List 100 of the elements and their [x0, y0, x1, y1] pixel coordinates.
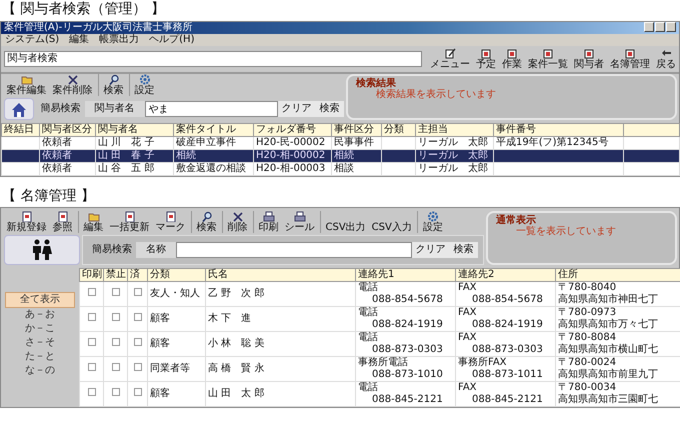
toolbar-button[interactable]: CSV出力 [322, 222, 369, 232]
nav-button[interactable]: 関与者 [571, 48, 607, 70]
toolbar-button[interactable]: 一括更新 [106, 210, 152, 232]
selected-row[interactable]: 依頼者 山 田 春 子 相続 H20-相-00002 相続 リーガル 太郎 [2, 149, 680, 162]
column-header[interactable]: 分類 [148, 268, 206, 281]
printer-icon [294, 210, 306, 222]
checkbox[interactable] [112, 362, 120, 370]
toolbar-button[interactable]: 参照 [50, 210, 76, 232]
table-cell: 電話 [358, 306, 378, 318]
column-header[interactable]: 関与者名 [96, 123, 174, 136]
toolbar-button[interactable]: 検索 [194, 210, 220, 232]
column-header[interactable]: 関与者区分 [40, 123, 96, 136]
pencil-icon [444, 48, 456, 58]
column-header[interactable]: 事件区分 [332, 123, 382, 136]
maximize-button[interactable] [655, 22, 665, 32]
table-cell: 相談 [334, 162, 354, 174]
checkbox[interactable] [134, 338, 142, 346]
toolbar-button[interactable]: 新規登録 [4, 210, 50, 232]
menu-item[interactable]: 帳票出力 [99, 34, 140, 46]
panel-title: 通常表示 [496, 214, 537, 226]
index-tab[interactable]: た－と [1, 350, 79, 364]
table-cell: FAX [458, 382, 477, 392]
table-cell: 友人・知人 [150, 288, 200, 298]
table-cell: 山 田 春 子 [98, 150, 154, 160]
index-tab[interactable]: か－こ [1, 322, 79, 336]
table-cell: 民事事件 [334, 136, 374, 148]
column-header[interactable]: 禁止 [104, 268, 128, 281]
nav-button[interactable]: 名簿管理 [607, 48, 653, 70]
toolbar-button[interactable]: マーク [152, 210, 188, 232]
column-header[interactable]: 主担当 [416, 123, 494, 136]
checkbox[interactable] [88, 288, 96, 296]
toolbar-button[interactable]: CSV入力 [368, 222, 415, 232]
column-header[interactable]: 終結日 [2, 123, 40, 136]
nav-button[interactable]: 作業 [499, 48, 525, 70]
column-header[interactable]: 連絡先2 [456, 268, 556, 281]
toolbar-button[interactable]: 案件編集 [4, 74, 50, 96]
table-cell: 依頼者 [42, 150, 72, 160]
minimize-button[interactable] [644, 22, 654, 32]
toolbar-button[interactable]: 設定 [132, 74, 158, 96]
checkbox[interactable] [134, 388, 142, 396]
toolbar-button[interactable]: 編集 [80, 210, 106, 232]
column-header[interactable]: 氏名 [206, 268, 356, 281]
table-cell: 破産申立事件 [176, 136, 236, 148]
menu-item[interactable]: システム(S) [5, 34, 60, 46]
status-message: 検索結果を表示しています [375, 89, 497, 100]
nav-button[interactable]: 戻る [653, 48, 679, 70]
column-header[interactable]: 連絡先1 [356, 268, 456, 281]
table-cell: 敷金返還の相談 [176, 162, 246, 174]
table-cell: 高知県高知市三園町七 [558, 394, 658, 404]
table-cell: 事務所FAX [458, 356, 507, 368]
column-header[interactable]: フォルダ番号 [254, 123, 332, 136]
table-cell: 〒780-8040 [558, 282, 616, 292]
checkbox[interactable] [134, 288, 142, 296]
column-header[interactable]: 済 [128, 268, 148, 281]
checkbox[interactable] [112, 338, 120, 346]
checkbox[interactable] [112, 288, 120, 296]
checkbox[interactable] [134, 312, 142, 320]
index-tab[interactable]: あ－お [1, 308, 79, 322]
checkbox[interactable] [88, 362, 96, 370]
section-heading: 【 関与者検索（管理） 】 [1, 0, 166, 18]
table-cell: 山 川 花 子 [98, 136, 154, 148]
index-tab[interactable]: 全て表示 [5, 292, 75, 308]
index-tab[interactable]: さ－そ [1, 336, 79, 350]
document-icon [56, 210, 68, 222]
close-button[interactable] [666, 22, 676, 32]
checkbox[interactable] [134, 362, 142, 370]
nav-button[interactable]: 予定 [473, 48, 499, 70]
column-header[interactable]: 事件番号 [494, 123, 624, 136]
toolbar-button[interactable]: 案件削除 [50, 74, 96, 96]
index-tab[interactable]: な－の [1, 364, 79, 378]
search-field[interactable]: やま [144, 101, 278, 117]
toolbar-button[interactable]: 検索 [100, 74, 126, 96]
section-heading: 【 名簿管理 】 [1, 186, 96, 204]
box-icon [624, 48, 636, 58]
menu-item[interactable]: ヘルプ(H) [149, 34, 194, 46]
table-cell: 高 橋 賢 永 [208, 362, 264, 374]
column-header[interactable]: 印刷 [80, 268, 104, 281]
nav-button[interactable]: 案件一覧 [525, 48, 571, 70]
table-cell: 088-854-5678 [472, 294, 543, 304]
checkbox[interactable] [112, 312, 120, 320]
checkbox[interactable] [88, 338, 96, 346]
column-header[interactable]: 分類 [382, 123, 416, 136]
toolbar-button[interactable]: 削除 [224, 210, 250, 232]
nav-button[interactable]: メニュー [427, 48, 473, 70]
toolbar-button[interactable]: 設定 [420, 210, 446, 232]
column-header[interactable]: 案件タイトル [174, 123, 254, 136]
toolbar-button[interactable]: 印刷 [256, 210, 282, 232]
checkbox[interactable] [88, 388, 96, 396]
table-cell: 電話 [358, 332, 378, 342]
box-icon [480, 48, 492, 58]
menu-item[interactable]: 編集 [69, 34, 90, 46]
document-icon [20, 210, 32, 222]
table-cell: FAX [458, 306, 477, 318]
checkbox[interactable] [88, 312, 96, 320]
field-label: 関与者名 [84, 101, 144, 117]
table-cell: 〒780-8084 [558, 332, 616, 342]
column-header[interactable]: 住所 [556, 268, 680, 281]
checkbox[interactable] [112, 388, 120, 396]
search-field[interactable] [176, 242, 412, 258]
toolbar-button[interactable]: シール [282, 210, 318, 232]
